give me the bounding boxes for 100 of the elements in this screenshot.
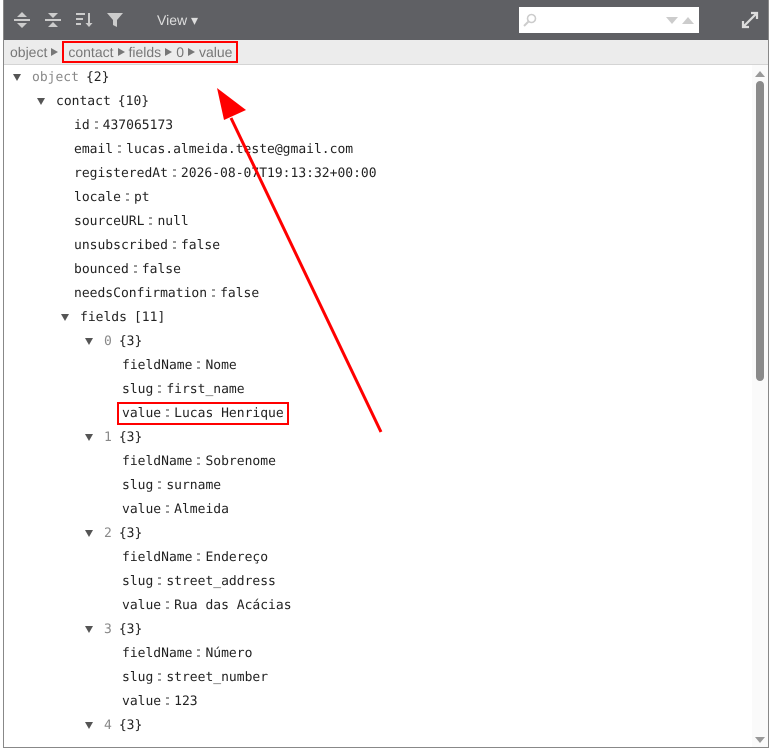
field-value[interactable]: street_number bbox=[166, 670, 268, 684]
scrollbar[interactable] bbox=[752, 65, 768, 747]
separator-arrow-icon bbox=[165, 48, 172, 56]
child-count: {10} bbox=[118, 94, 150, 108]
colon-icon bbox=[126, 192, 129, 202]
maximize-icon[interactable] bbox=[740, 10, 760, 30]
separator-arrow-icon bbox=[118, 48, 124, 56]
expanded-triangle-icon[interactable] bbox=[84, 528, 94, 538]
expanded-triangle-icon[interactable] bbox=[84, 720, 94, 730]
expanded-triangle-icon[interactable] bbox=[12, 72, 22, 82]
field-value[interactable]: Almeida bbox=[174, 502, 229, 516]
colon-icon bbox=[166, 504, 170, 514]
expand-all-icon[interactable] bbox=[13, 11, 31, 29]
colon-icon bbox=[166, 696, 170, 706]
field-key: fieldName bbox=[122, 358, 192, 372]
colon-icon bbox=[158, 576, 162, 586]
colon-icon bbox=[197, 456, 200, 466]
node-key: 2 bbox=[104, 526, 112, 540]
search-icon bbox=[523, 13, 537, 27]
node-key: 1 bbox=[104, 430, 112, 444]
colon-icon bbox=[149, 216, 152, 226]
colon-icon bbox=[166, 408, 170, 418]
node-key: fields bbox=[80, 310, 127, 324]
colon-icon bbox=[172, 168, 176, 178]
child-count: {3} bbox=[118, 718, 142, 732]
field-value[interactable]: Rua das Acácias bbox=[174, 598, 292, 612]
field-key: unsubscribed bbox=[74, 238, 168, 252]
field-value[interactable]: Lucas Henrique bbox=[174, 406, 284, 420]
child-count: {3} bbox=[118, 334, 142, 348]
field-value[interactable]: street_address bbox=[166, 574, 276, 588]
field-key: slug bbox=[122, 382, 154, 396]
colon-icon bbox=[134, 264, 137, 274]
field-key: registeredAt bbox=[74, 166, 168, 180]
field-key: slug bbox=[122, 574, 154, 588]
field-value[interactable]: surname bbox=[166, 478, 222, 492]
view-menu-button[interactable]: View ▾ bbox=[151, 8, 204, 32]
field-value[interactable]: false bbox=[142, 262, 181, 276]
breadcrumb-link[interactable]: object bbox=[10, 44, 48, 60]
colon-icon bbox=[118, 144, 122, 154]
colon-icon bbox=[212, 288, 216, 298]
sort-icon[interactable] bbox=[75, 11, 93, 29]
colon-icon bbox=[166, 600, 170, 610]
field-key: fieldName bbox=[122, 454, 192, 468]
field-key: sourceURL bbox=[74, 214, 144, 228]
field-value[interactable]: Sobrenome bbox=[205, 454, 276, 468]
field-value[interactable]: null bbox=[157, 214, 189, 228]
breadcrumb-link[interactable]: fields bbox=[128, 44, 162, 60]
field-key: value bbox=[122, 406, 162, 420]
expanded-triangle-icon[interactable] bbox=[36, 96, 46, 106]
field-key: needsConfirmation bbox=[74, 286, 208, 300]
child-count: {3} bbox=[118, 622, 142, 636]
node-key: 4 bbox=[104, 718, 112, 732]
field-key: locale bbox=[74, 190, 121, 204]
node-key: contact bbox=[56, 94, 111, 108]
field-value[interactable]: 437065173 bbox=[102, 118, 174, 132]
expanded-triangle-icon[interactable] bbox=[60, 312, 70, 322]
field-value[interactable]: Número bbox=[205, 646, 252, 660]
field-key: slug bbox=[122, 478, 154, 492]
colon-icon bbox=[158, 480, 162, 490]
colon-icon bbox=[197, 648, 200, 658]
breadcrumb-link[interactable]: 0 bbox=[176, 44, 184, 60]
expanded-triangle-icon[interactable] bbox=[84, 624, 94, 634]
breadcrumb-link[interactable]: value bbox=[198, 44, 232, 60]
field-value[interactable]: 123 bbox=[174, 694, 198, 708]
child-count: [11] bbox=[134, 310, 166, 324]
colon-icon bbox=[158, 672, 162, 682]
node-key: 0 bbox=[104, 334, 112, 348]
colon-icon bbox=[158, 384, 162, 394]
field-key: email bbox=[74, 142, 114, 156]
scroll-down-icon[interactable] bbox=[755, 737, 765, 743]
scrollbar-thumb[interactable] bbox=[756, 81, 764, 381]
colon-icon bbox=[197, 360, 200, 370]
field-value[interactable]: false bbox=[180, 238, 220, 252]
field-value[interactable]: first_name bbox=[166, 382, 245, 396]
field-value[interactable]: pt bbox=[134, 190, 150, 204]
field-key: fieldName bbox=[122, 550, 192, 564]
colon-icon bbox=[197, 552, 200, 562]
expanded-triangle-icon[interactable] bbox=[84, 432, 94, 442]
separator-arrow-icon bbox=[188, 48, 195, 56]
child-count: {3} bbox=[118, 430, 142, 444]
colon-icon bbox=[94, 120, 98, 130]
field-value[interactable]: false bbox=[220, 286, 260, 300]
field-key: value bbox=[122, 598, 162, 612]
field-value[interactable]: Nome bbox=[205, 358, 237, 372]
node-key: 3 bbox=[104, 622, 112, 636]
breadcrumb-link[interactable]: contact bbox=[68, 44, 114, 60]
node-key: object bbox=[32, 70, 79, 84]
filter-icon[interactable] bbox=[106, 11, 124, 29]
field-key: bounced bbox=[74, 262, 129, 276]
field-key: fieldName bbox=[122, 646, 192, 660]
child-count: {2} bbox=[86, 70, 110, 84]
separator-arrow-icon bbox=[51, 48, 58, 56]
child-count: {3} bbox=[118, 526, 142, 540]
field-key: id bbox=[74, 118, 90, 132]
expanded-triangle-icon[interactable] bbox=[84, 336, 94, 346]
field-value[interactable]: Endereço bbox=[205, 550, 268, 564]
collapse-all-icon[interactable] bbox=[44, 11, 62, 29]
field-key: value bbox=[122, 502, 162, 516]
scroll-up-icon[interactable] bbox=[755, 71, 765, 77]
field-key: slug bbox=[122, 670, 154, 684]
